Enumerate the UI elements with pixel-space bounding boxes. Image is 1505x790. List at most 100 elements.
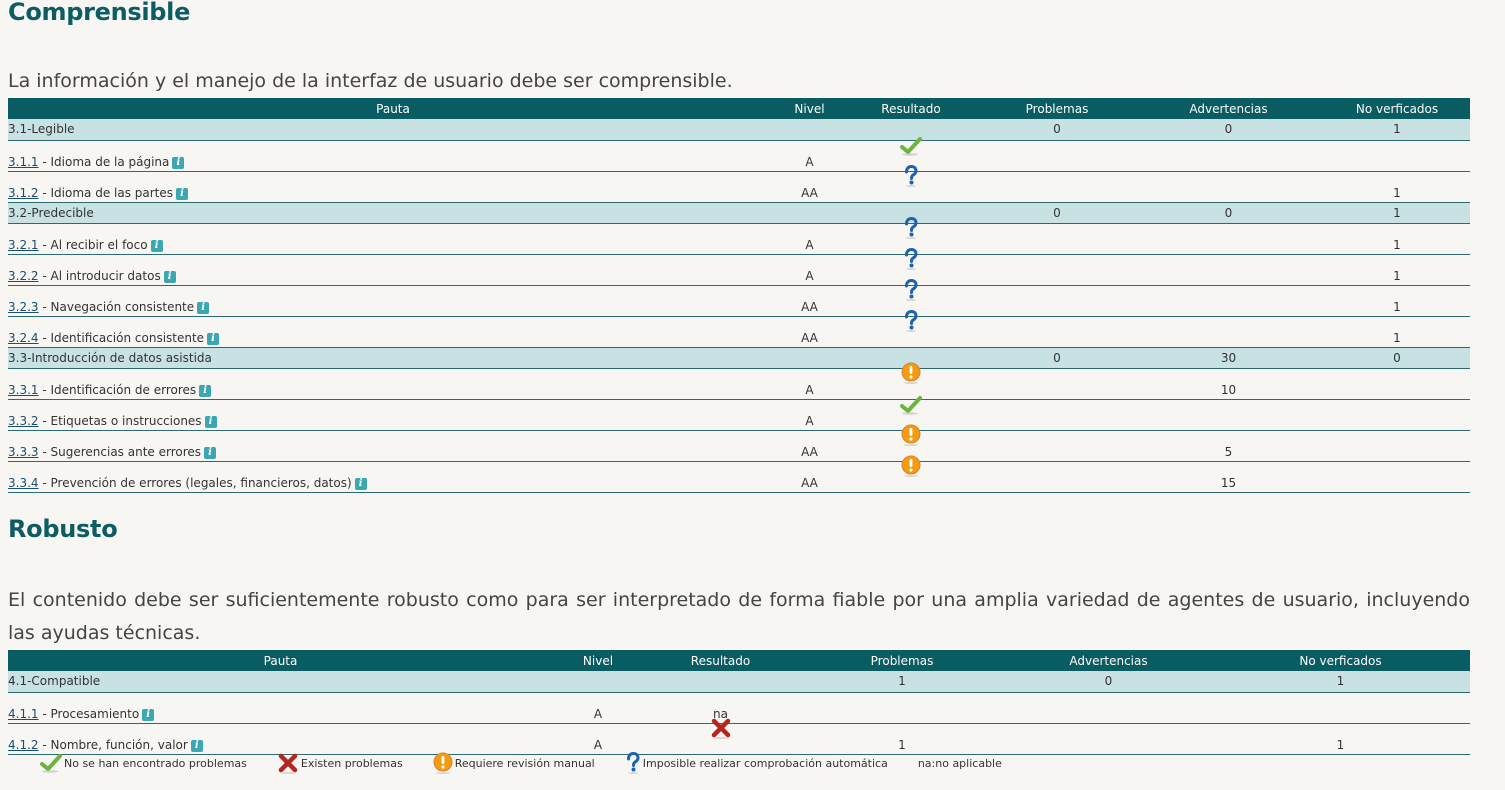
info-icon[interactable]: i bbox=[163, 270, 176, 283]
table-row: 4.1.2 - Nombre, función, valor i A 1 1 bbox=[8, 723, 1470, 755]
legend-label: Existen problemas bbox=[300, 756, 403, 770]
info-icon[interactable]: i bbox=[204, 415, 217, 428]
table-row: 3.1.1 - Idioma de la página i A bbox=[8, 140, 1470, 172]
group-advertencias: 0 bbox=[1133, 202, 1324, 224]
question-icon bbox=[903, 279, 919, 301]
header-no-verificados: No verficados bbox=[1211, 650, 1470, 671]
header-problemas: Problemas bbox=[981, 98, 1133, 119]
criterion-name: - Al introducir datos bbox=[38, 268, 161, 283]
header-resultado: Resultado bbox=[643, 650, 798, 671]
group-problemas: 0 bbox=[981, 119, 1133, 141]
criterion-name: - Identificación consistente bbox=[38, 330, 205, 345]
no-verificados-cell: 1 bbox=[1324, 316, 1470, 348]
legend: No se han encontrado problemas Existen p… bbox=[40, 752, 1032, 774]
legend-item-na: na:no aplicable bbox=[918, 757, 1002, 770]
table-row: 4.1.1 - Procesamiento i A na bbox=[8, 692, 1470, 724]
nivel-cell: A bbox=[553, 692, 643, 724]
criterion-name: - Sugerencias ante errores bbox=[38, 444, 202, 459]
warning-icon bbox=[433, 752, 453, 774]
criterion-name: - Idioma de las partes bbox=[38, 185, 174, 200]
criterion-link[interactable]: 3.3.2 bbox=[8, 414, 39, 428]
group-no-verificados: 0 bbox=[1324, 347, 1470, 369]
header-problemas: Problemas bbox=[798, 650, 1006, 671]
nivel-cell: A bbox=[553, 723, 643, 755]
header-advertencias: Advertencias bbox=[1006, 650, 1211, 671]
table-row: 3.2.1 - Al recibir el foco i A 1 bbox=[8, 223, 1470, 255]
criterion-name: - Procesamiento bbox=[38, 706, 140, 721]
question-icon bbox=[903, 217, 919, 239]
group-row: 4.1-Compatible 1 0 1 bbox=[8, 671, 1470, 693]
header-pauta: Pauta bbox=[8, 98, 778, 119]
group-no-verificados: 1 bbox=[1324, 202, 1470, 224]
check-icon bbox=[40, 753, 62, 773]
group-no-verificados: 1 bbox=[1211, 671, 1470, 693]
info-icon[interactable]: i bbox=[142, 708, 155, 721]
group-label: 3.3-Introducción de datos asistida bbox=[8, 347, 778, 369]
table-row: 3.3.1 - Identificación de errores i A 10 bbox=[8, 368, 1470, 400]
info-icon[interactable]: i bbox=[176, 187, 189, 200]
question-icon bbox=[625, 752, 641, 774]
nivel-cell: AA bbox=[778, 430, 841, 462]
nivel-cell: A bbox=[778, 223, 841, 255]
info-icon[interactable]: i bbox=[207, 332, 220, 345]
legend-item-warning: Requiere revisión manual bbox=[433, 752, 595, 774]
criterion-link[interactable]: 3.3.1 bbox=[8, 383, 39, 397]
group-no-verificados: 1 bbox=[1324, 119, 1470, 141]
no-verificados-cell: 1 bbox=[1324, 285, 1470, 317]
results-table-comprensible: Pauta Nivel Resultado Problemas Adverten… bbox=[8, 98, 1470, 493]
info-icon[interactable]: i bbox=[190, 739, 203, 752]
table-row: 3.1.2 - Idioma de las partes i AA 1 bbox=[8, 171, 1470, 203]
criterion-name: - Prevención de errores (legales, financ… bbox=[38, 475, 352, 490]
table-header: Pauta Nivel Resultado Problemas Adverten… bbox=[8, 98, 1470, 119]
check-icon bbox=[900, 395, 922, 415]
results-table-robusto: Pauta Nivel Resultado Problemas Adverten… bbox=[8, 650, 1470, 755]
criterion-name: - Etiquetas o instrucciones bbox=[38, 413, 202, 428]
nivel-cell: AA bbox=[778, 461, 841, 493]
criterion-link[interactable]: 3.3.3 bbox=[8, 445, 39, 459]
criterion-link[interactable]: 3.1.1 bbox=[8, 155, 39, 169]
nivel-cell: A bbox=[778, 140, 841, 172]
legend-item-question: Imposible realizar comprobación automáti… bbox=[625, 752, 888, 774]
advertencias-cell: 10 bbox=[1133, 368, 1324, 400]
section-title-robusto: Robusto bbox=[8, 515, 118, 543]
group-advertencias: 0 bbox=[1006, 671, 1211, 693]
table-header: Pauta Nivel Resultado Problemas Adverten… bbox=[8, 650, 1470, 671]
nivel-cell: A bbox=[778, 368, 841, 400]
table-row: 3.3.2 - Etiquetas o instrucciones i A bbox=[8, 399, 1470, 431]
nivel-cell: A bbox=[778, 399, 841, 431]
header-nivel: Nivel bbox=[553, 650, 643, 671]
warning-icon bbox=[901, 455, 921, 477]
legend-item-check: No se han encontrado problemas bbox=[40, 753, 247, 773]
criterion-link[interactable]: 3.2.3 bbox=[8, 300, 39, 314]
legend-label: Imposible realizar comprobación automáti… bbox=[642, 756, 888, 770]
nivel-cell: AA bbox=[778, 316, 841, 348]
nivel-cell: AA bbox=[778, 171, 841, 203]
no-verificados-cell: 1 bbox=[1211, 723, 1470, 755]
info-icon[interactable]: i bbox=[354, 477, 367, 490]
section-title-comprensible: Comprensible bbox=[8, 0, 191, 26]
info-icon[interactable]: i bbox=[204, 446, 217, 459]
legend-item-cross: Existen problemas bbox=[277, 752, 403, 774]
legend-label: Requiere revisión manual bbox=[454, 756, 595, 770]
header-nivel: Nivel bbox=[778, 98, 841, 119]
criterion-link[interactable]: 3.1.2 bbox=[8, 186, 39, 200]
criterion-link[interactable]: 4.1.2 bbox=[8, 738, 39, 752]
criterion-link[interactable]: 3.2.4 bbox=[8, 331, 39, 345]
info-icon[interactable]: i bbox=[199, 384, 212, 397]
criterion-link[interactable]: 3.2.2 bbox=[8, 269, 39, 283]
info-icon[interactable]: i bbox=[197, 301, 210, 314]
table-row: 3.2.3 - Navegación consistente i AA 1 bbox=[8, 285, 1470, 317]
info-icon[interactable]: i bbox=[172, 156, 185, 169]
criterion-link[interactable]: 4.1.1 bbox=[8, 707, 39, 721]
question-icon bbox=[903, 165, 919, 187]
no-verificados-cell: 1 bbox=[1324, 171, 1470, 203]
group-advertencias: 30 bbox=[1133, 347, 1324, 369]
no-verificados-cell: 1 bbox=[1324, 223, 1470, 255]
info-icon[interactable]: i bbox=[150, 239, 163, 252]
no-verificados-cell: 1 bbox=[1324, 254, 1470, 286]
criterion-link[interactable]: 3.3.4 bbox=[8, 476, 39, 490]
section-description-robusto: El contenido debe ser suficientemente ro… bbox=[8, 589, 1470, 644]
criterion-link[interactable]: 3.2.1 bbox=[8, 238, 39, 252]
table-row: 3.2.4 - Identificación consistente i AA 1 bbox=[8, 316, 1470, 348]
warning-icon bbox=[901, 424, 921, 446]
